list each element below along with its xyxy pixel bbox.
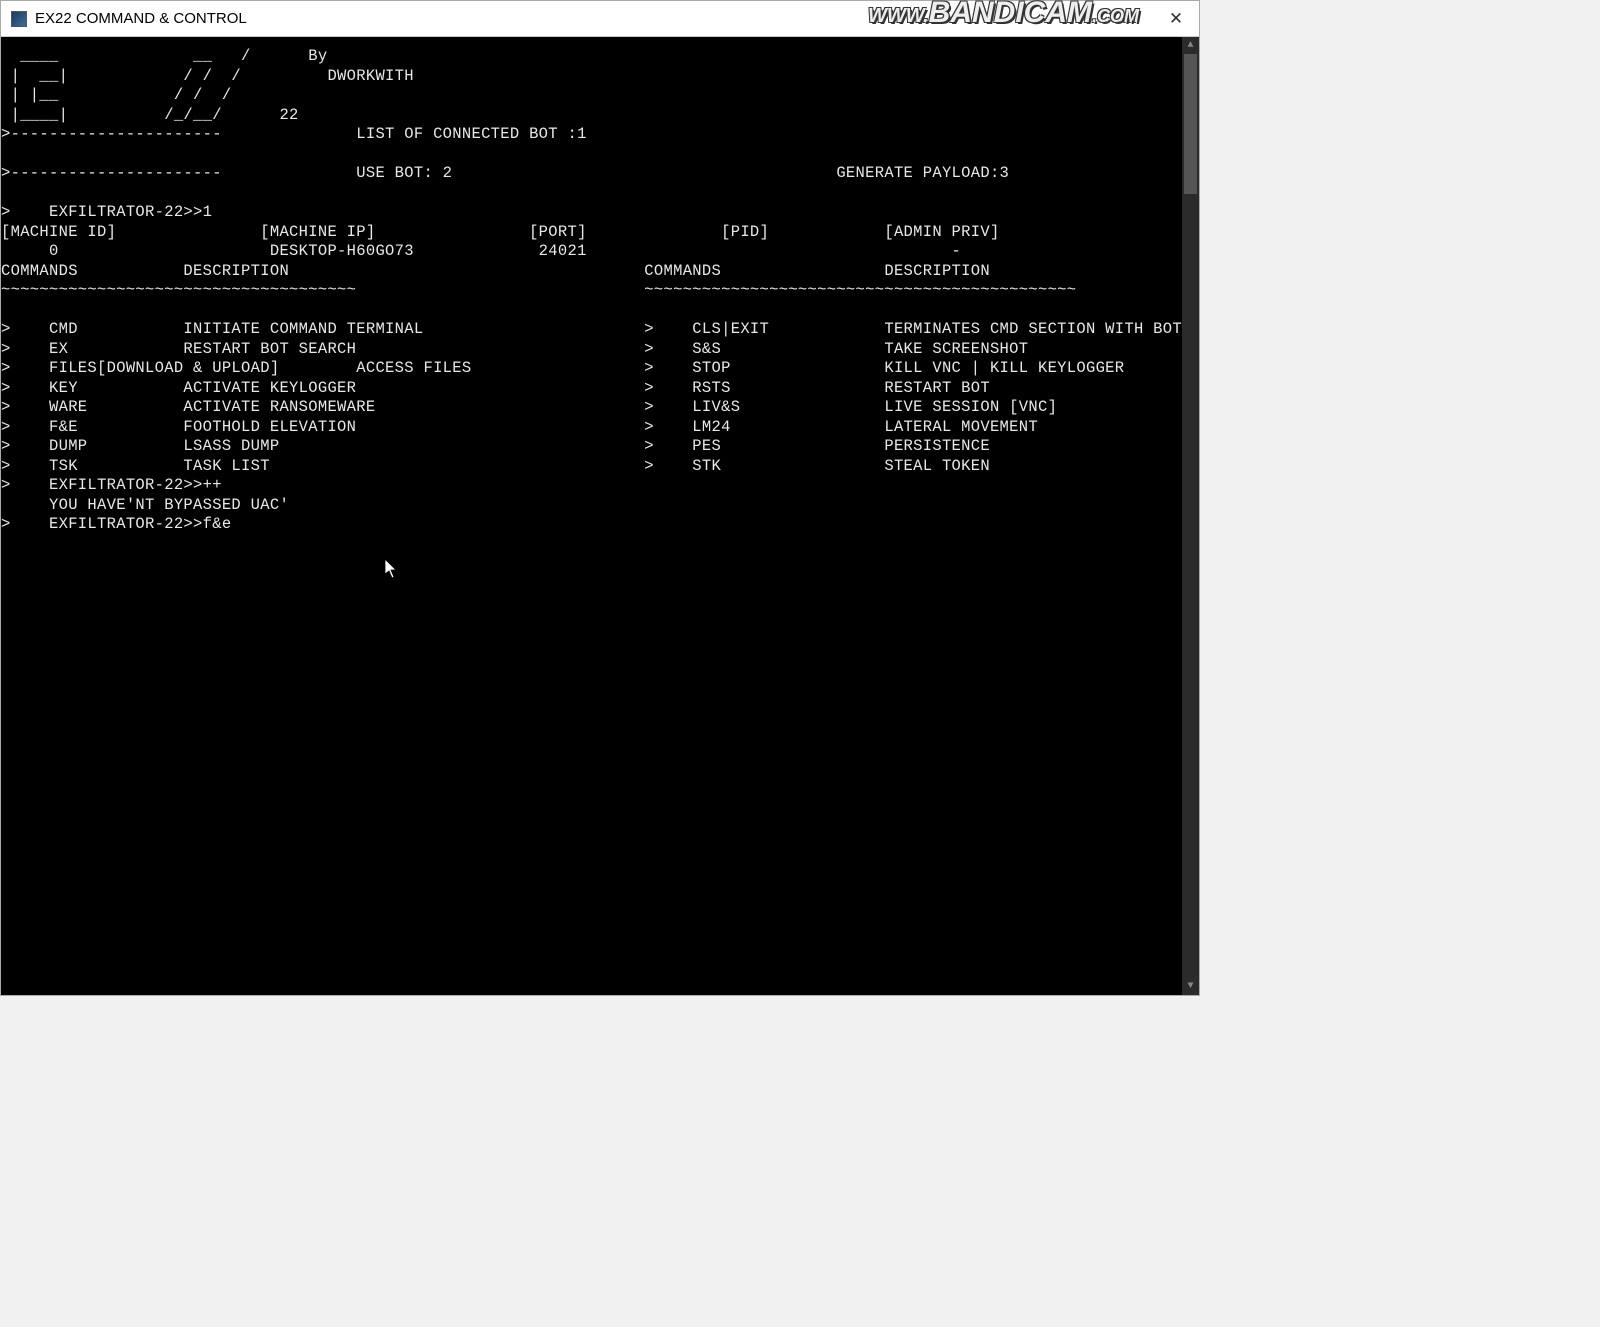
terminal-output[interactable]: ____ __ / By | __| / / / DWORKWITH | |__… bbox=[1, 37, 1182, 995]
scrollbar-thumb[interactable] bbox=[1184, 54, 1197, 194]
close-button[interactable]: ✕ bbox=[1153, 1, 1199, 37]
scrollbar[interactable]: ▲ ▼ bbox=[1182, 37, 1199, 995]
close-icon: ✕ bbox=[1169, 9, 1183, 29]
terminal-container: ____ __ / By | __| / / / DWORKWITH | |__… bbox=[1, 37, 1199, 995]
bandicam-watermark: WWW.BANDICAM.COM bbox=[868, 0, 1139, 30]
scroll-arrow-down-icon[interactable]: ▼ bbox=[1182, 978, 1199, 995]
scrollbar-track[interactable] bbox=[1182, 54, 1199, 978]
scroll-arrow-up-icon[interactable]: ▲ bbox=[1182, 37, 1199, 54]
titlebar[interactable]: EX22 COMMAND & CONTROL WWW.BANDICAM.COM … bbox=[1, 1, 1199, 37]
window-title: EX22 COMMAND & CONTROL bbox=[35, 10, 247, 27]
app-icon bbox=[11, 11, 27, 27]
app-window: EX22 COMMAND & CONTROL WWW.BANDICAM.COM … bbox=[0, 0, 1200, 996]
